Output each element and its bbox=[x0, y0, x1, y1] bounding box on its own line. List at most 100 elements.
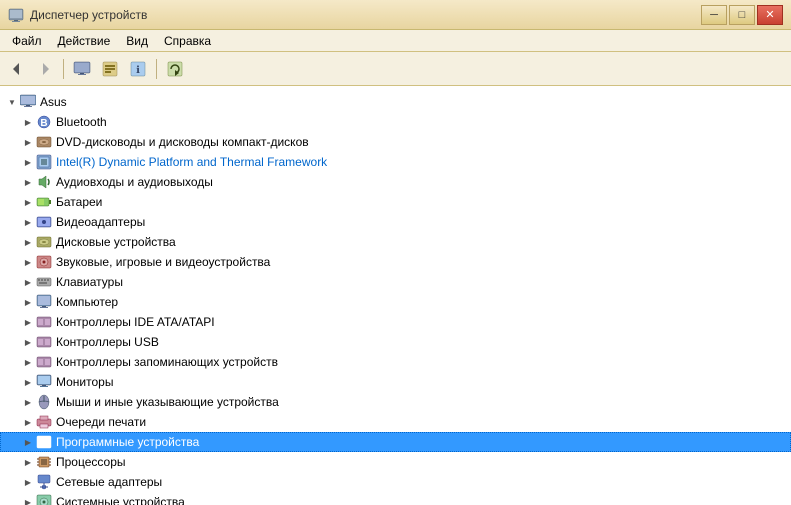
tree-item-usb[interactable]: Контроллеры USB bbox=[0, 332, 791, 352]
network-icon bbox=[36, 474, 52, 490]
menu-action[interactable]: Действие bbox=[50, 32, 119, 50]
expand-arrow-sound[interactable] bbox=[20, 254, 36, 270]
item-label-system: Системные устройства bbox=[56, 495, 185, 505]
item-label-mouse: Мыши и иные указывающие устройства bbox=[56, 395, 279, 409]
expand-arrow-dvd[interactable] bbox=[20, 134, 36, 150]
toolbar-forward-button[interactable] bbox=[32, 56, 58, 82]
expand-arrow-keyboard[interactable] bbox=[20, 274, 36, 290]
expand-arrow-audio[interactable] bbox=[20, 174, 36, 190]
window-title: Диспетчер устройств bbox=[30, 8, 147, 22]
toolbar-properties-button[interactable] bbox=[97, 56, 123, 82]
tree-item-printer[interactable]: Очереди печати bbox=[0, 412, 791, 432]
processor-icon bbox=[36, 454, 52, 470]
expand-arrow-mouse[interactable] bbox=[20, 394, 36, 410]
root-expand-arrow[interactable] bbox=[4, 94, 20, 110]
menu-file[interactable]: Файл bbox=[4, 32, 50, 50]
mouse-icon bbox=[36, 394, 52, 410]
expand-arrow-system[interactable] bbox=[20, 494, 36, 505]
svg-text:ℹ: ℹ bbox=[136, 65, 140, 76]
tree-item-dvd[interactable]: DVD-дисководы и дисководы компакт-дисков bbox=[0, 132, 791, 152]
expand-arrow-storage[interactable] bbox=[20, 354, 36, 370]
close-button[interactable]: ✕ bbox=[757, 5, 783, 25]
item-label-processors: Процессоры bbox=[56, 455, 126, 469]
svg-text:B: B bbox=[40, 118, 47, 129]
tree-item-battery[interactable]: Батареи bbox=[0, 192, 791, 212]
computer-icon bbox=[36, 294, 52, 310]
tree-item-disk[interactable]: Дисковые устройства bbox=[0, 232, 791, 252]
item-label-computer: Компьютер bbox=[56, 295, 118, 309]
sound-icon bbox=[36, 254, 52, 270]
toolbar-sep-1 bbox=[63, 59, 64, 79]
item-label-audio: Аудиовходы и аудиовыходы bbox=[56, 175, 213, 189]
tree-item-software[interactable]: Программные устройства bbox=[0, 432, 791, 452]
app-icon bbox=[8, 7, 24, 23]
expand-arrow-network[interactable] bbox=[20, 474, 36, 490]
toolbar-sep-2 bbox=[156, 59, 157, 79]
controllers-icon bbox=[36, 334, 52, 350]
menubar: Файл Действие Вид Справка bbox=[0, 30, 791, 52]
properties-icon bbox=[101, 60, 119, 78]
item-label-dvd: DVD-дисководы и дисководы компакт-дисков bbox=[56, 135, 309, 149]
expand-arrow-intel[interactable] bbox=[20, 154, 36, 170]
tree-root-asus[interactable]: Asus bbox=[0, 92, 791, 112]
tree-item-audio[interactable]: Аудиовходы и аудиовыходы bbox=[0, 172, 791, 192]
tree-item-bluetooth[interactable]: BBluetooth bbox=[0, 112, 791, 132]
expand-arrow-computer[interactable] bbox=[20, 294, 36, 310]
tree-item-monitors[interactable]: Мониторы bbox=[0, 372, 791, 392]
scan-icon bbox=[166, 60, 184, 78]
expand-arrow-printer[interactable] bbox=[20, 414, 36, 430]
menu-help[interactable]: Справка bbox=[156, 32, 219, 50]
expand-arrow-ide[interactable] bbox=[20, 314, 36, 330]
titlebar: Диспетчер устройств ─ □ ✕ bbox=[0, 0, 791, 30]
menu-view[interactable]: Вид bbox=[118, 32, 156, 50]
toolbar-update-button[interactable]: ℹ bbox=[125, 56, 151, 82]
back-icon bbox=[9, 61, 25, 77]
tree-item-processors[interactable]: Процессоры bbox=[0, 452, 791, 472]
item-label-ide: Контроллеры IDE ATA/ATAPI bbox=[56, 315, 215, 329]
battery-icon bbox=[36, 194, 52, 210]
maximize-button[interactable]: □ bbox=[729, 5, 755, 25]
video-icon bbox=[36, 214, 52, 230]
tree-item-network[interactable]: Сетевые адаптеры bbox=[0, 472, 791, 492]
expand-arrow-battery[interactable] bbox=[20, 194, 36, 210]
expand-arrow-software[interactable] bbox=[20, 434, 36, 450]
item-label-intel: Intel(R) Dynamic Platform and Thermal Fr… bbox=[56, 155, 327, 169]
tree-item-keyboard[interactable]: Клавиатуры bbox=[0, 272, 791, 292]
bluetooth-icon: B bbox=[36, 114, 52, 130]
expand-arrow-usb[interactable] bbox=[20, 334, 36, 350]
tree-item-ide[interactable]: Контроллеры IDE ATA/ATAPI bbox=[0, 312, 791, 332]
dvd-icon bbox=[36, 134, 52, 150]
item-label-disk: Дисковые устройства bbox=[56, 235, 176, 249]
expand-arrow-bluetooth[interactable] bbox=[20, 114, 36, 130]
minimize-button[interactable]: ─ bbox=[701, 5, 727, 25]
tree-item-computer[interactable]: Компьютер bbox=[0, 292, 791, 312]
disk-icon bbox=[36, 234, 52, 250]
expand-arrow-disk[interactable] bbox=[20, 234, 36, 250]
tree-item-system[interactable]: Системные устройства bbox=[0, 492, 791, 505]
expand-arrow-video[interactable] bbox=[20, 214, 36, 230]
controllers-icon bbox=[36, 314, 52, 330]
expand-arrow-monitors[interactable] bbox=[20, 374, 36, 390]
tree-item-video[interactable]: Видеоадаптеры bbox=[0, 212, 791, 232]
item-label-battery: Батареи bbox=[56, 195, 102, 209]
keyboard-icon bbox=[36, 274, 52, 290]
titlebar-left: Диспетчер устройств bbox=[8, 7, 147, 23]
audio-icon bbox=[36, 174, 52, 190]
item-label-keyboard: Клавиатуры bbox=[56, 275, 123, 289]
printer-icon bbox=[36, 414, 52, 430]
expand-arrow-processors[interactable] bbox=[20, 454, 36, 470]
item-label-storage: Контроллеры запоминающих устройств bbox=[56, 355, 278, 369]
toolbar-computer-button[interactable] bbox=[69, 56, 95, 82]
tree-item-storage[interactable]: Контроллеры запоминающих устройств bbox=[0, 352, 791, 372]
main-area: Asus BBluetooth DVD-дисководы и дисководы… bbox=[0, 86, 791, 505]
system-icon bbox=[36, 494, 52, 505]
toolbar-back-button[interactable] bbox=[4, 56, 30, 82]
root-label: Asus bbox=[40, 95, 67, 109]
item-label-video: Видеоадаптеры bbox=[56, 215, 145, 229]
tree-item-sound[interactable]: Звуковые, игровые и видеоустройства bbox=[0, 252, 791, 272]
intel-icon bbox=[36, 154, 52, 170]
tree-item-intel[interactable]: Intel(R) Dynamic Platform and Thermal Fr… bbox=[0, 152, 791, 172]
toolbar-scan-button[interactable] bbox=[162, 56, 188, 82]
computer-icon bbox=[73, 60, 91, 78]
tree-item-mouse[interactable]: Мыши и иные указывающие устройства bbox=[0, 392, 791, 412]
